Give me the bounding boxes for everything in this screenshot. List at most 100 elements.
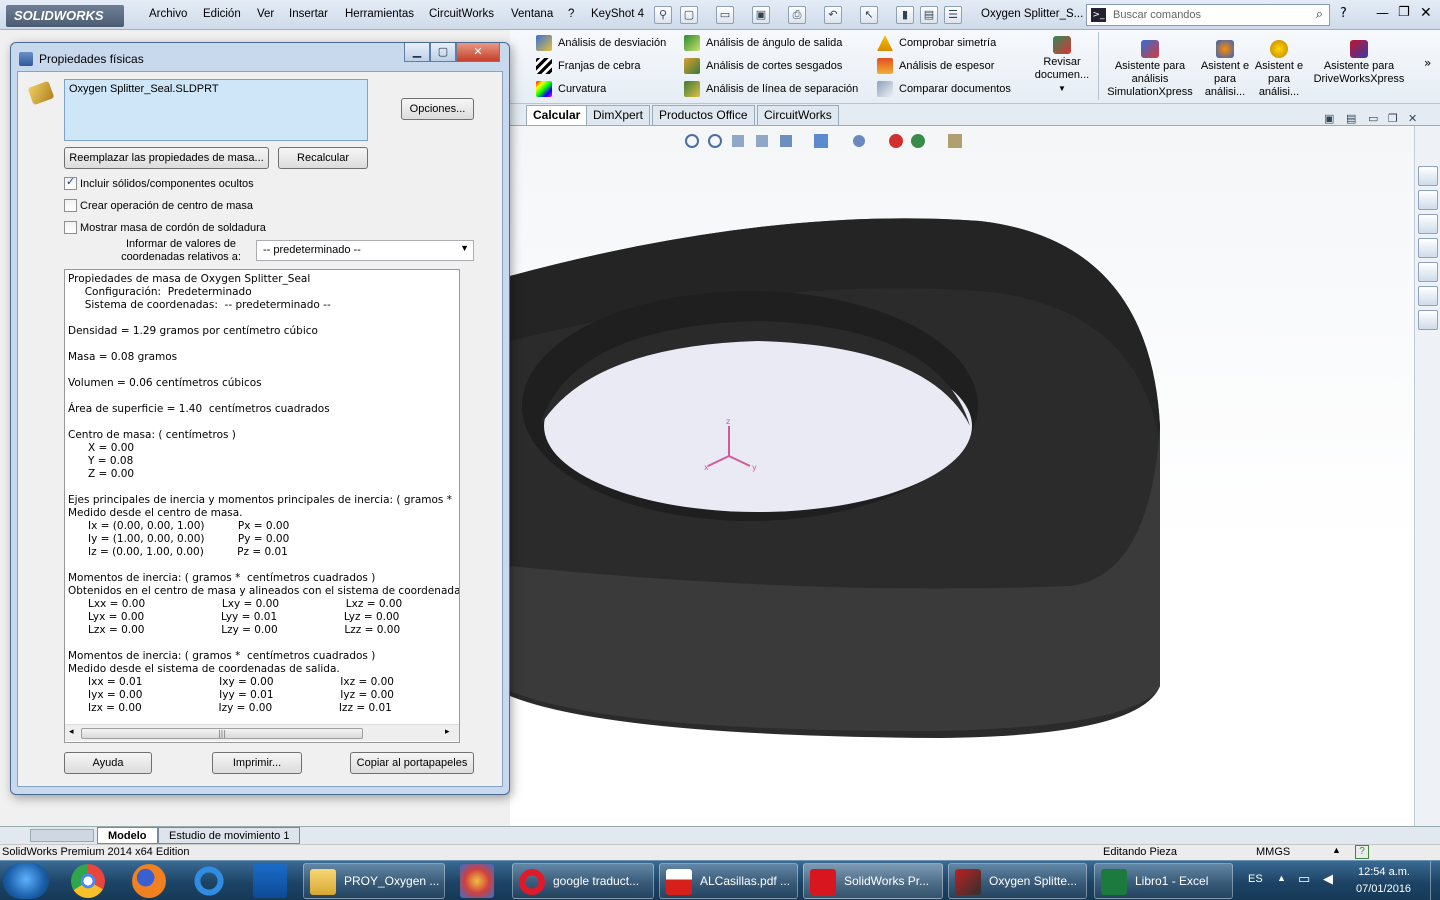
copy-to-clipboard-button[interactable]: Copiar al portapapeles — [350, 752, 474, 774]
check-symmetry-button[interactable]: Comprobar simetría — [877, 34, 996, 52]
restore-icon[interactable]: ❐ — [1398, 5, 1410, 20]
clock-date[interactable]: 07/01/2016 — [1356, 883, 1411, 895]
selected-file-name[interactable]: Oxygen Splitter_Seal.SLDPRT — [69, 83, 219, 95]
driveworksxpress-button[interactable]: Asistente para DriveWorksXpress — [1310, 40, 1408, 86]
create-center-of-mass-checkbox[interactable] — [64, 199, 77, 212]
scroll-right-icon[interactable]: ▸ — [445, 727, 450, 737]
open-folder-icon[interactable]: ▭ — [716, 6, 734, 24]
revisar-documento-button[interactable]: Revisar documen... ▼ — [1030, 36, 1094, 95]
part-model[interactable]: z x y — [510, 126, 1414, 826]
viewport-maximize-icon[interactable]: ❐ — [1388, 112, 1398, 125]
tab-productos-office[interactable]: Productos Office — [652, 105, 755, 125]
chevron-up-icon[interactable]: ▲ — [1277, 873, 1286, 883]
start-button[interactable] — [3, 863, 49, 899]
help-button[interactable]: Ayuda — [64, 752, 152, 774]
search-input[interactable]: Buscar comandos — [1113, 9, 1201, 21]
override-mass-properties-button[interactable]: Reemplazar las propiedades de masa... — [64, 147, 269, 169]
taskbar-item-oxygen[interactable]: Oxygen Splitte... — [948, 863, 1087, 899]
draft-analysis-button[interactable]: Análisis de ángulo de salida — [684, 34, 842, 52]
viewport-close-icon[interactable]: ✕ — [1408, 112, 1417, 125]
menu-herramientas[interactable]: Herramientas — [345, 8, 414, 20]
horizontal-scrollbar[interactable]: ◂ ||| ▸ — [65, 724, 459, 741]
parting-line-analysis-button[interactable]: Análisis de línea de separación — [684, 80, 858, 98]
taskbar-item-solidworks[interactable]: SolidWorks Pr... — [803, 863, 943, 899]
scroll-left-icon[interactable]: ◂ — [69, 727, 74, 737]
tab-dimxpert[interactable]: DimXpert — [586, 105, 651, 125]
solidworks-resources-icon[interactable] — [1418, 166, 1438, 186]
options-icon[interactable]: ☰ — [944, 6, 962, 24]
chevron-down-icon[interactable]: ▼ — [460, 243, 469, 253]
viewport-minimize-icon[interactable]: ▭ — [1368, 112, 1378, 125]
taskbar-item-excel[interactable]: Libro1 - Excel — [1094, 863, 1233, 899]
dialog-minimize-icon[interactable]: ▁ — [404, 43, 430, 62]
selected-items-list[interactable]: Oxygen Splitter_Seal.SLDPRT — [64, 79, 368, 141]
undo-icon[interactable]: ↶ — [824, 6, 842, 24]
rebuild-icon[interactable]: ▮ — [896, 6, 914, 24]
simulationxpress-button[interactable]: Asistente para análisis SimulationXpress — [1104, 40, 1196, 99]
print-icon[interactable]: ⎙ — [788, 6, 806, 24]
mass-properties-results[interactable]: Propiedades de masa de Oxygen Splitter_S… — [64, 269, 460, 743]
pin-icon[interactable]: ⚲ — [654, 6, 672, 24]
tab-modelo[interactable]: Modelo — [97, 827, 158, 844]
volume-icon[interactable]: ◀ — [1323, 871, 1333, 887]
language-indicator[interactable]: ES — [1248, 873, 1263, 885]
taskbar-item-opera[interactable]: google traduct... — [512, 863, 654, 899]
floxpress-button[interactable]: Asistent e para análisi... — [1200, 40, 1250, 99]
chevron-right-icon[interactable]: » — [1424, 56, 1431, 70]
undercut-analysis-button[interactable]: Análisis de cortes sesgados — [684, 57, 842, 75]
include-hidden-checkbox[interactable] — [64, 175, 77, 190]
home-icon[interactable] — [1418, 190, 1438, 210]
viewport-restore-icon[interactable]: ▤ — [1346, 112, 1356, 125]
print-button[interactable]: Imprimir... — [212, 752, 302, 774]
outlook-icon[interactable] — [253, 864, 287, 898]
menu-ayuda[interactable]: ? — [568, 8, 574, 20]
internet-explorer-icon[interactable] — [192, 864, 226, 898]
menu-circuitworks[interactable]: CircuitWorks — [429, 8, 494, 20]
help-icon[interactable]: ? — [1340, 6, 1347, 21]
select-cursor-icon[interactable]: ↖ — [860, 6, 878, 24]
menu-ventana[interactable]: Ventana — [511, 8, 553, 20]
custom-properties-icon[interactable] — [1418, 310, 1438, 330]
chrome-icon[interactable] — [71, 864, 105, 898]
file-explorer-icon[interactable] — [1418, 238, 1438, 258]
solidworks-logo[interactable]: SOLIDWORKS — [6, 5, 124, 27]
menu-edicion[interactable]: Edición — [203, 8, 241, 20]
curvature-button[interactable]: Curvatura — [536, 80, 606, 98]
new-document-icon[interactable]: ▢ — [680, 6, 698, 24]
design-library-icon[interactable] — [1418, 214, 1438, 234]
graphics-area[interactable]: z x y ▣ ▤ ▭ ❐ ✕ — [510, 112, 1417, 826]
taskbar-item-pdf[interactable]: ALCasillas.pdf ... — [659, 863, 798, 899]
tab-circuitworks[interactable]: CircuitWorks — [757, 105, 839, 125]
search-icon[interactable]: ⌕ — [1316, 7, 1323, 22]
chevron-down-icon[interactable]: ▼ — [1030, 82, 1094, 95]
scrollbar-thumb[interactable]: ||| — [81, 728, 363, 739]
coordinate-system-select[interactable]: -- predeterminado -- ▼ — [256, 240, 474, 261]
menu-ver[interactable]: Ver — [257, 8, 274, 20]
paint-icon[interactable] — [460, 864, 494, 898]
dfmxpress-button[interactable]: Asistent e para análisi... — [1254, 40, 1304, 99]
compare-documents-button[interactable]: Comparar documentos — [877, 80, 1011, 98]
menu-insertar[interactable]: Insertar — [289, 8, 328, 20]
file-properties-icon[interactable]: ▤ — [920, 6, 938, 24]
view-palette-icon[interactable] — [1418, 262, 1438, 282]
tab-scroll-arrows[interactable] — [30, 829, 94, 842]
menu-archivo[interactable]: Archivo — [149, 8, 187, 20]
menu-keyshot[interactable]: KeyShot 4 — [591, 8, 644, 20]
minimize-icon[interactable]: — — [1376, 6, 1389, 21]
dialog-maximize-icon[interactable]: ▢ — [430, 43, 456, 62]
tile-window-icon[interactable]: ▣ — [1324, 112, 1334, 125]
save-icon[interactable]: ▣ — [752, 6, 770, 24]
thickness-analysis-button[interactable]: Análisis de espesor — [877, 57, 994, 75]
search-commands-box[interactable]: >_ Buscar comandos ⌕ — [1086, 4, 1330, 26]
clock-time[interactable]: 12:54 a.m. — [1358, 866, 1410, 878]
taskbar-item-folder[interactable]: PROY_Oxygen ... — [303, 863, 445, 899]
show-desktop-button[interactable] — [1430, 861, 1440, 900]
recalculate-button[interactable]: Recalcular — [278, 147, 368, 169]
network-icon[interactable]: ▭ — [1298, 871, 1310, 887]
tab-calcular[interactable]: Calcular — [526, 105, 588, 125]
tab-estudio-movimiento[interactable]: Estudio de movimiento 1 — [158, 827, 301, 844]
units-label[interactable]: MMGS — [1256, 846, 1290, 858]
firefox-icon[interactable] — [132, 864, 166, 898]
deviation-analysis-button[interactable]: Análisis de desviación — [536, 34, 666, 52]
view-toolbar[interactable] — [685, 134, 962, 148]
